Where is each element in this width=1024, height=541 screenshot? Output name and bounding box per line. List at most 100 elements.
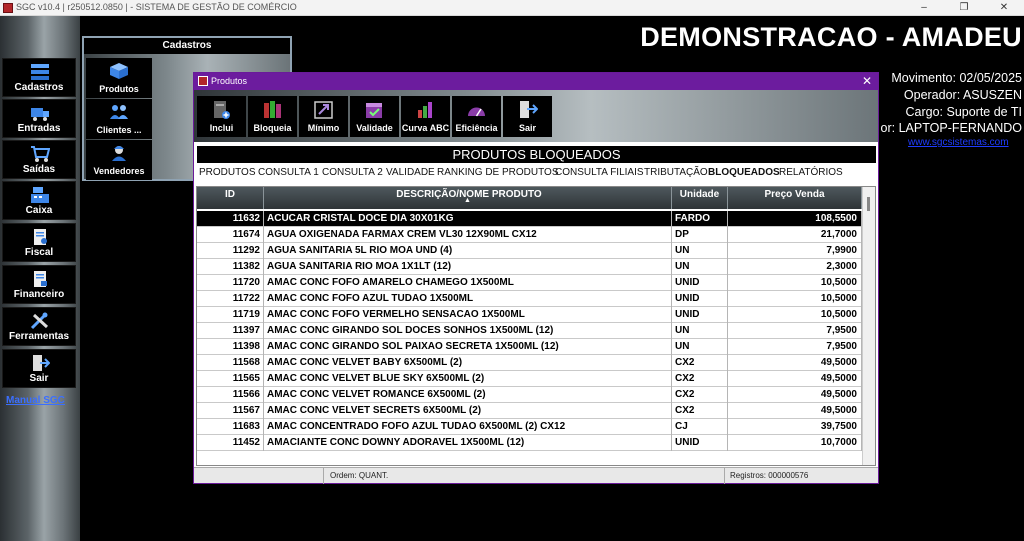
- tab-ranking-de-produtos[interactable]: RANKING DE PRODUTOS: [437, 167, 559, 178]
- vertical-scrollbar[interactable]: [862, 187, 875, 465]
- table-row[interactable]: 11632 ACUCAR CRISTAL DOCE DIA 30X01KG FARD…: [197, 211, 862, 227]
- cell-preco: 10,5000: [728, 307, 862, 323]
- inclui-button[interactable]: Inclui: [197, 96, 246, 137]
- tab-bloqueados[interactable]: BLOQUEADOS: [708, 167, 780, 178]
- cell-descricao: AMAC CONCENTRADO FOFO AZUL TUDAO 6X500ML…: [264, 419, 672, 435]
- sidebar-item-saidas[interactable]: Saídas: [2, 140, 76, 179]
- table-row[interactable]: 11452 AMACIANTE CONC DOWNY ADORAVEL 1X500…: [197, 435, 862, 451]
- table-row[interactable]: 11722 AMAC CONC FOFO AZUL TUDAO 1X500ML UN…: [197, 291, 862, 307]
- sidebar-item-cadastros[interactable]: Cadastros: [2, 58, 76, 97]
- tab-validade[interactable]: VALIDADE: [386, 167, 435, 178]
- produtos-window-titlebar: Produtos ✕: [194, 73, 878, 90]
- sidebar-item-label: Saídas: [22, 164, 56, 175]
- close-icon[interactable]: ✕: [862, 74, 872, 88]
- sair-button[interactable]: Sair: [503, 96, 552, 137]
- cell-preco: 2,3000: [728, 259, 862, 275]
- column-header-preco[interactable]: Preço Venda: [728, 187, 862, 209]
- cell-preco: 7,9500: [728, 323, 862, 339]
- cell-unidade: CJ: [672, 419, 728, 435]
- cadastros-item-vendedores[interactable]: Vendedores: [86, 140, 152, 180]
- sidebar-item-caixa[interactable]: Caixa: [2, 181, 76, 220]
- blocked-products-table: ID DESCRIÇÃO/NOME PRODUTO ▲ Unidade Preç…: [196, 186, 876, 466]
- sidebar-item-fiscal[interactable]: Fiscal: [2, 223, 76, 262]
- cadastros-item-clientes[interactable]: Clientes ...: [86, 99, 152, 139]
- validade-button[interactable]: Validade: [350, 96, 399, 137]
- eficiencia-button[interactable]: Eficiência: [452, 96, 501, 137]
- tab-consulta-2[interactable]: CONSULTA 2: [322, 167, 383, 178]
- column-header-unidade[interactable]: Unidade: [672, 187, 728, 209]
- table-row[interactable]: 11397 AMAC CONC GIRANDO SOL DOCES SONHOS …: [197, 323, 862, 339]
- status-divider: [724, 468, 725, 484]
- cell-preco: 49,5000: [728, 387, 862, 403]
- status-cell-empty: [194, 468, 324, 484]
- table-row[interactable]: 11567 AMAC CONC VELVET SECRETS 6X500ML (2…: [197, 403, 862, 419]
- column-header-descricao[interactable]: DESCRIÇÃO/NOME PRODUTO ▲: [264, 187, 672, 209]
- sidebar-item-ferramentas[interactable]: Ferramentas: [2, 307, 76, 346]
- table-row[interactable]: 11565 AMAC CONC VELVET BLUE SKY 6X500ML (…: [197, 371, 862, 387]
- cell-id: 11567: [197, 403, 264, 419]
- sidebar-item-sair[interactable]: Sair: [2, 349, 76, 388]
- tab-relatorios[interactable]: RELATÓRIOS: [779, 167, 843, 178]
- minimo-button[interactable]: Mínimo: [299, 96, 348, 137]
- stack-icon: [31, 64, 49, 80]
- sidebar-item-financeiro[interactable]: Financeiro: [2, 265, 76, 304]
- cadastros-item-label: Clientes ...: [96, 125, 142, 135]
- sidebar-item-label: Financeiro: [13, 289, 65, 300]
- cell-unidade: UN: [672, 323, 728, 339]
- website-link[interactable]: www.sgcsistemas.com: [908, 137, 1009, 148]
- table-row[interactable]: 11292 AGUA SANITARIA 5L RIO MOA UND (4) UN…: [197, 243, 862, 259]
- scrollbar-thumb[interactable]: [867, 197, 870, 211]
- cell-id: 11674: [197, 227, 264, 243]
- sidebar-item-label: Ferramentas: [8, 331, 70, 342]
- table-row[interactable]: 11683 AMAC CONCENTRADO FOFO AZUL TUDAO 6X…: [197, 419, 862, 435]
- cell-id: 11397: [197, 323, 264, 339]
- cadastros-item-label: Vendedores: [93, 166, 145, 176]
- table-row[interactable]: 11674 AGUA OXIGENADA FARMAX CREM VL30 12X…: [197, 227, 862, 243]
- cell-preco: 39,7500: [728, 419, 862, 435]
- tab-consulta-filiais[interactable]: CONSULTA FILIAIS: [555, 167, 644, 178]
- close-button[interactable]: ✕: [984, 0, 1024, 16]
- cadastros-item-produtos[interactable]: Produtos: [86, 58, 152, 98]
- salesperson-icon: [112, 146, 126, 161]
- cell-preco: 108,5500: [728, 211, 862, 227]
- sidebar-item-label: Cadastros: [14, 82, 64, 93]
- cell-descricao: AMAC CONC VELVET ROMANCE 6X500ML (2): [264, 387, 672, 403]
- sidebar-item-label: Entradas: [17, 123, 61, 134]
- produtos-window: Produtos ✕ Inclui Bloqueia Mínimo Valida…: [193, 72, 879, 484]
- operador-name: Operador: ASUSZEN: [903, 88, 1022, 102]
- cell-id: 11719: [197, 307, 264, 323]
- app-titlebar: SGC v10.4 | r250512.0850 | - SISTEMA DE …: [0, 0, 1024, 16]
- table-row[interactable]: 11719 AMAC CONC FOFO VERMELHO SENSACAO 1X…: [197, 307, 862, 323]
- app-title: SGC v10.4 | r250512.0850 | - SISTEMA DE …: [16, 2, 297, 12]
- column-header-id[interactable]: ID: [197, 187, 264, 209]
- table-row[interactable]: 11568 AMAC CONC VELVET BABY 6X500ML (2) CX…: [197, 355, 862, 371]
- table-row[interactable]: 11398 AMAC CONC GIRANDO SOL PAIXAO SECRET…: [197, 339, 862, 355]
- produtos-window-title: Produtos: [211, 76, 248, 86]
- books-lock-icon: [264, 101, 281, 118]
- bloqueia-button[interactable]: Bloqueia: [248, 96, 297, 137]
- cell-descricao: AMAC CONC FOFO AMARELO CHAMEGO 1X500ML: [264, 275, 672, 291]
- table-row[interactable]: 11566 AMAC CONC VELVET ROMANCE 6X500ML (2…: [197, 387, 862, 403]
- table-row[interactable]: 11720 AMAC CONC FOFO AMARELO CHAMEGO 1X50…: [197, 275, 862, 291]
- curva-abc-label: Curva ABC: [401, 123, 450, 133]
- cell-id: 11683: [197, 419, 264, 435]
- tab-tributacao[interactable]: TRIBUTAÇÃO: [644, 167, 708, 178]
- people-icon: [110, 105, 128, 119]
- minimize-button[interactable]: –: [904, 0, 944, 16]
- exit-door-icon: [520, 101, 538, 118]
- tab-consulta-1[interactable]: CONSULTA 1: [258, 167, 319, 178]
- sidebar-item-entradas[interactable]: Entradas: [2, 99, 76, 138]
- cell-preco: 49,5000: [728, 403, 862, 419]
- cell-preco: 21,7000: [728, 227, 862, 243]
- cart-icon: [31, 146, 50, 162]
- curva-abc-button[interactable]: Curva ABC: [401, 96, 450, 137]
- maximize-button[interactable]: ❐: [944, 0, 984, 16]
- manual-link[interactable]: Manual SGC: [6, 395, 65, 406]
- cash-register-icon: [31, 187, 49, 203]
- cell-unidade: UNID: [672, 275, 728, 291]
- app-logo-icon: [198, 76, 208, 86]
- tab-produtos[interactable]: PRODUTOS: [199, 167, 256, 178]
- cell-unidade: UN: [672, 259, 728, 275]
- table-row[interactable]: 11382 AGUA SANITARIA RIO MOA 1X1LT (12) UN…: [197, 259, 862, 275]
- cell-id: 11382: [197, 259, 264, 275]
